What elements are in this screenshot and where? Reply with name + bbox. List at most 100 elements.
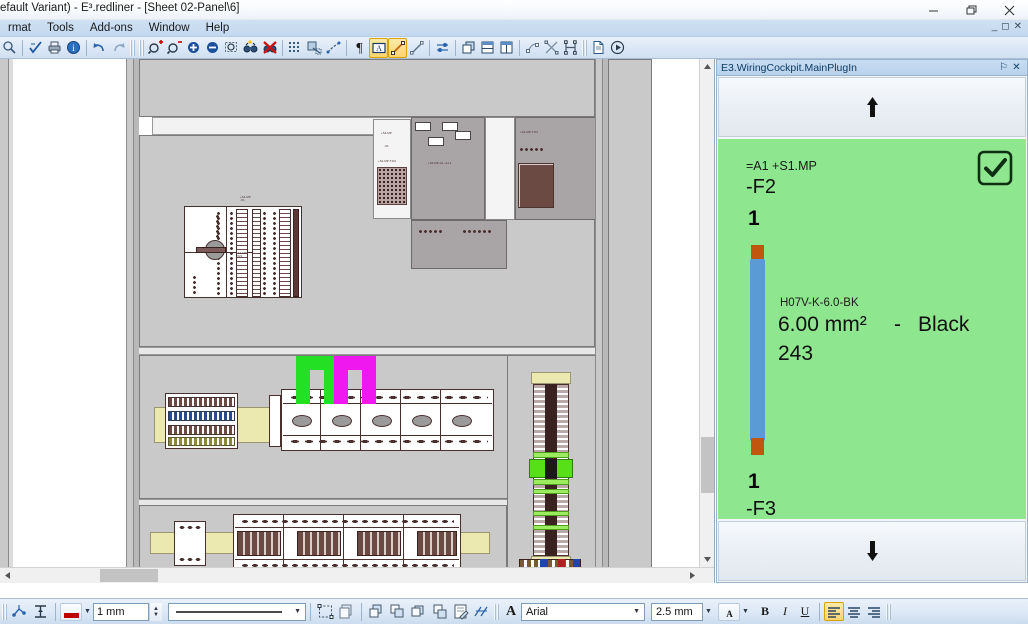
paragraph-mark-icon[interactable]: ¶: [350, 38, 369, 58]
menu-help[interactable]: Help: [198, 20, 238, 37]
play-icon[interactable]: [608, 38, 627, 58]
chevron-down-icon[interactable]: ▼: [629, 608, 640, 615]
find-binoculars-icon[interactable]: [241, 38, 260, 58]
zoom-window-icon[interactable]: [222, 38, 241, 58]
highlighted-terminal-green[interactable]: [533, 452, 569, 458]
horizontal-scroll-thumb[interactable]: [100, 569, 158, 582]
zoom-plus-circle-icon[interactable]: [184, 38, 203, 58]
menu-tools[interactable]: Tools: [39, 20, 82, 37]
print-icon[interactable]: [45, 38, 64, 58]
copy-format-icon[interactable]: [336, 601, 357, 623]
align-center-button[interactable]: [844, 602, 864, 621]
font-size-dropdown[interactable]: ▼: [703, 603, 714, 621]
highlighted-terminal-green[interactable]: [533, 511, 569, 516]
checkbox-checked-icon[interactable]: [977, 150, 1013, 186]
grid-icon[interactable]: [286, 38, 305, 58]
font-color-dropdown[interactable]: ▼: [740, 603, 751, 621]
vertical-scroll-thumb[interactable]: [701, 437, 714, 493]
text-box-icon[interactable]: A: [369, 37, 388, 58]
nav-previous-button[interactable]: [718, 77, 1026, 137]
highlighted-terminal-green[interactable]: [533, 479, 569, 485]
close-icon[interactable]: ✕: [1010, 62, 1023, 73]
trim-icon[interactable]: [542, 38, 561, 58]
ortho-icon[interactable]: [324, 38, 343, 58]
distribute-icon[interactable]: [433, 38, 452, 58]
line-style-combo[interactable]: ▼: [168, 602, 306, 621]
sheet-drawing[interactable]: +S1.MP -X1 +S1.MP -X21 +S1.MP -X1 +S1.MP-T…: [0, 59, 700, 583]
cancel-search-icon[interactable]: [260, 38, 279, 58]
line-color-button[interactable]: [60, 602, 82, 621]
wire-highlight-magenta[interactable]: [362, 356, 376, 404]
vertical-align-icon[interactable]: [30, 601, 51, 623]
scroll-down-button[interactable]: [700, 552, 714, 567]
align-left-button[interactable]: [824, 602, 844, 621]
stretch-icon[interactable]: [561, 38, 580, 58]
ungroup-icon[interactable]: [387, 601, 408, 623]
help-info-icon[interactable]: i: [64, 38, 83, 58]
canvas-vertical-scrollbar[interactable]: [699, 59, 714, 583]
canvas-horizontal-scrollbar[interactable]: [0, 567, 714, 583]
toolbar-grip[interactable]: [582, 39, 587, 56]
breaker-terminal-dots: [288, 395, 488, 400]
rows-icon[interactable]: [478, 38, 497, 58]
document-icon[interactable]: [589, 38, 608, 58]
menu-window[interactable]: Window: [141, 20, 198, 37]
scroll-up-button[interactable]: [700, 59, 714, 74]
magnifier-icon[interactable]: [0, 38, 19, 58]
zoom-out-icon[interactable]: [165, 38, 184, 58]
scroll-left-button[interactable]: [0, 568, 15, 583]
toolbar-grip[interactable]: [130, 39, 135, 56]
bold-button[interactable]: B: [755, 602, 775, 621]
italic-button[interactable]: I: [775, 602, 795, 621]
edit-node-icon[interactable]: [523, 38, 542, 58]
toolbar-grip[interactable]: [494, 603, 499, 620]
menu-addons[interactable]: Add-ons: [82, 20, 141, 37]
redo-icon[interactable]: [109, 38, 128, 58]
order-objects-icon[interactable]: [429, 601, 450, 623]
line-width-field[interactable]: 1 mm: [93, 602, 149, 621]
window-restore-button[interactable]: [952, 0, 990, 20]
toolbar-grip[interactable]: [886, 603, 891, 620]
wiring-connection-card[interactable]: =A1 +S1.MP -F2 1 H07V-K-6.0-BK 6.00 mm² …: [718, 139, 1026, 542]
highlighted-terminal-green[interactable]: [533, 489, 569, 494]
pencil-icon[interactable]: [407, 38, 426, 58]
group-icon[interactable]: [366, 601, 387, 623]
window-minimize-button[interactable]: [914, 0, 952, 20]
drawing-canvas[interactable]: +S1.MP -X1 +S1.MP -X21 +S1.MP -X1 +S1.MP-T…: [0, 59, 715, 583]
align-objects-icon[interactable]: [408, 601, 429, 623]
font-size-combo[interactable]: 2.5 mm: [651, 602, 703, 621]
pin-icon[interactable]: ⚐: [997, 62, 1010, 73]
edit-properties-icon[interactable]: [450, 601, 471, 623]
line-color-dropdown[interactable]: ▼: [82, 603, 93, 621]
line-draw-icon[interactable]: [388, 37, 407, 58]
breaker-divider: [360, 389, 361, 451]
undo-icon[interactable]: [90, 38, 109, 58]
chevron-down-icon[interactable]: ▼: [290, 608, 301, 615]
menu-format[interactable]: rmat: [0, 20, 39, 37]
connect-points-icon[interactable]: [9, 601, 30, 623]
font-color-button[interactable]: A: [718, 602, 740, 621]
toolbar-grip[interactable]: [139, 39, 144, 56]
underline-button[interactable]: U: [795, 602, 815, 621]
highlighted-terminal-green[interactable]: [533, 525, 569, 530]
line-width-stepper[interactable]: ▲ ▼: [149, 602, 162, 621]
dimension-icon[interactable]: [471, 601, 492, 623]
nav-next-button[interactable]: [718, 521, 1026, 581]
contactor-coil: [417, 531, 457, 556]
wire-part-number: H07V-K-6.0-BK: [780, 297, 859, 309]
check-spelling-icon[interactable]: [26, 38, 45, 58]
bring-front-icon[interactable]: [459, 38, 478, 58]
mdi-window-controls[interactable]: _◻✕: [992, 21, 1026, 32]
zoom-minus-circle-icon[interactable]: [203, 38, 222, 58]
toolbar-grip[interactable]: [2, 603, 7, 620]
select-area-icon[interactable]: [315, 601, 336, 623]
font-name-combo[interactable]: Arial ▼: [521, 602, 645, 621]
wire-separator: -: [894, 313, 901, 336]
zoom-in-icon[interactable]: [146, 38, 165, 58]
font-name-value: Arial: [526, 605, 549, 618]
scroll-right-button[interactable]: [685, 568, 700, 583]
snap-icon[interactable]: [305, 38, 324, 58]
align-right-button[interactable]: [864, 602, 884, 621]
columns-icon[interactable]: [497, 38, 516, 58]
window-close-button[interactable]: [990, 0, 1028, 20]
